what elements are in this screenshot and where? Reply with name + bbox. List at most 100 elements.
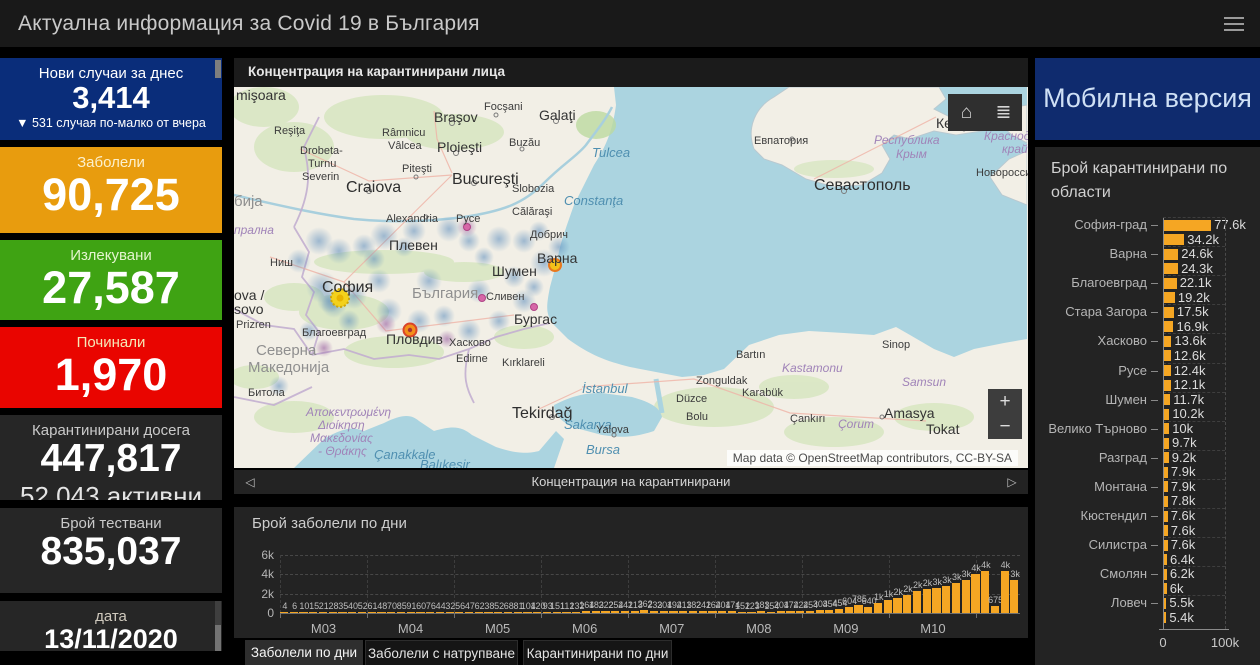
card-scrollbar-thumb[interactable] xyxy=(215,625,221,651)
daily-bar[interactable] xyxy=(357,612,367,613)
daily-bar[interactable] xyxy=(611,610,620,613)
daily-bar[interactable] xyxy=(474,612,483,613)
daily-bar[interactable] xyxy=(426,612,435,613)
region-bar[interactable] xyxy=(1163,379,1171,391)
daily-bar[interactable] xyxy=(289,612,298,613)
region-bar[interactable] xyxy=(1163,292,1175,304)
daily-bar[interactable] xyxy=(406,612,415,613)
region-bar[interactable] xyxy=(1163,234,1185,246)
daily-bar[interactable] xyxy=(367,612,376,613)
daily-bar[interactable] xyxy=(942,586,951,613)
daily-bar[interactable] xyxy=(737,611,746,613)
daily-bar[interactable] xyxy=(776,611,785,613)
region-bar[interactable] xyxy=(1163,335,1172,347)
mobile-version-button[interactable]: Мобилна версия xyxy=(1035,58,1260,140)
daily-bar[interactable] xyxy=(747,611,756,613)
daily-bar[interactable] xyxy=(727,611,737,613)
daily-bar[interactable] xyxy=(669,611,678,613)
hamburger-menu-icon[interactable] xyxy=(1224,17,1244,31)
tab-3[interactable]: Карантинирани по дни xyxy=(523,640,672,665)
daily-bar[interactable] xyxy=(981,570,990,613)
region-bar[interactable] xyxy=(1163,277,1177,289)
daily-bar[interactable] xyxy=(903,595,912,613)
tab-2[interactable]: Заболели с натрупване xyxy=(365,640,518,665)
daily-bar[interactable] xyxy=(503,612,513,613)
daily-bar[interactable] xyxy=(932,587,941,613)
daily-bar[interactable] xyxy=(796,610,805,613)
daily-bar[interactable] xyxy=(328,612,337,613)
region-bar[interactable] xyxy=(1163,248,1179,260)
carousel-next-icon[interactable]: ▷ xyxy=(1000,470,1024,494)
daily-bar[interactable] xyxy=(1010,579,1019,613)
daily-bar[interactable] xyxy=(864,606,873,613)
daily-bar[interactable] xyxy=(396,612,406,613)
daily-bar[interactable] xyxy=(698,610,707,613)
daily-bar[interactable] xyxy=(961,580,970,613)
daily-bar[interactable] xyxy=(922,589,931,613)
region-bar[interactable] xyxy=(1163,394,1171,406)
daily-bar[interactable] xyxy=(513,612,522,613)
region-bar[interactable] xyxy=(1163,263,1179,275)
daily-bar[interactable] xyxy=(951,582,961,613)
tab-1[interactable]: Заболели по дни xyxy=(245,640,363,665)
daily-bar[interactable] xyxy=(766,611,776,613)
daily-bar[interactable] xyxy=(805,610,815,613)
daily-bar[interactable] xyxy=(591,611,600,613)
daily-bar[interactable] xyxy=(873,603,883,613)
daily-bar[interactable] xyxy=(299,612,308,613)
region-bar[interactable] xyxy=(1163,350,1171,362)
zoom-out-button[interactable]: − xyxy=(988,414,1022,439)
daily-bar[interactable] xyxy=(971,573,980,613)
daily-bar[interactable] xyxy=(572,611,581,613)
daily-bar[interactable] xyxy=(562,611,571,613)
daily-bar[interactable] xyxy=(455,612,464,613)
daily-bar[interactable] xyxy=(377,612,386,613)
daily-bar[interactable] xyxy=(990,606,1000,613)
daily-bar[interactable] xyxy=(640,610,649,613)
card-scrollbar-thumb[interactable] xyxy=(215,60,221,78)
daily-bar[interactable] xyxy=(815,610,824,613)
daily-bar[interactable] xyxy=(757,611,766,613)
daily-bar[interactable] xyxy=(465,612,474,613)
daily-bar[interactable] xyxy=(484,612,493,613)
daily-bar[interactable] xyxy=(679,610,688,613)
daily-bar[interactable] xyxy=(280,612,289,613)
daily-bar[interactable] xyxy=(688,611,698,613)
daily-bar[interactable] xyxy=(786,611,795,613)
daily-bar[interactable] xyxy=(620,610,630,613)
daily-bar[interactable] xyxy=(708,611,717,613)
daily-bar[interactable] xyxy=(309,612,318,613)
daily-bar[interactable] xyxy=(835,608,844,613)
map-canvas[interactable]: mişoara Reşiţa Drobeta- Turnu Severin Râmnicu… xyxy=(234,87,1028,468)
daily-bar[interactable] xyxy=(844,607,853,613)
home-icon[interactable]: ⌂ xyxy=(948,94,985,131)
daily-bar[interactable] xyxy=(650,610,659,613)
daily-bar[interactable] xyxy=(445,612,454,613)
daily-bar[interactable] xyxy=(416,612,425,613)
daily-bar[interactable] xyxy=(893,597,902,613)
daily-bar[interactable] xyxy=(825,609,834,613)
daily-bar[interactable] xyxy=(348,612,357,613)
region-bar[interactable] xyxy=(1163,365,1171,376)
daily-bar[interactable] xyxy=(552,611,561,613)
daily-bar[interactable] xyxy=(533,611,542,613)
daily-bar[interactable] xyxy=(581,611,591,613)
daily-bar[interactable] xyxy=(854,605,863,613)
region-bar[interactable] xyxy=(1163,219,1212,231)
daily-bar[interactable] xyxy=(542,612,552,613)
daily-bar[interactable] xyxy=(387,612,396,613)
daily-bar[interactable] xyxy=(630,610,639,613)
legend-icon[interactable]: ≣ xyxy=(985,94,1022,131)
daily-bar[interactable] xyxy=(338,612,347,613)
daily-bar[interactable] xyxy=(883,600,892,613)
daily-bar[interactable] xyxy=(718,611,727,613)
daily-bar[interactable] xyxy=(523,611,532,613)
daily-bar[interactable] xyxy=(659,611,668,613)
daily-bar[interactable] xyxy=(912,591,922,613)
daily-bar[interactable] xyxy=(435,612,445,613)
region-bar[interactable] xyxy=(1163,321,1174,333)
region-bar[interactable] xyxy=(1163,306,1174,318)
daily-bar[interactable] xyxy=(318,612,328,613)
daily-bar[interactable] xyxy=(601,610,610,613)
daily-bar[interactable] xyxy=(494,612,503,613)
